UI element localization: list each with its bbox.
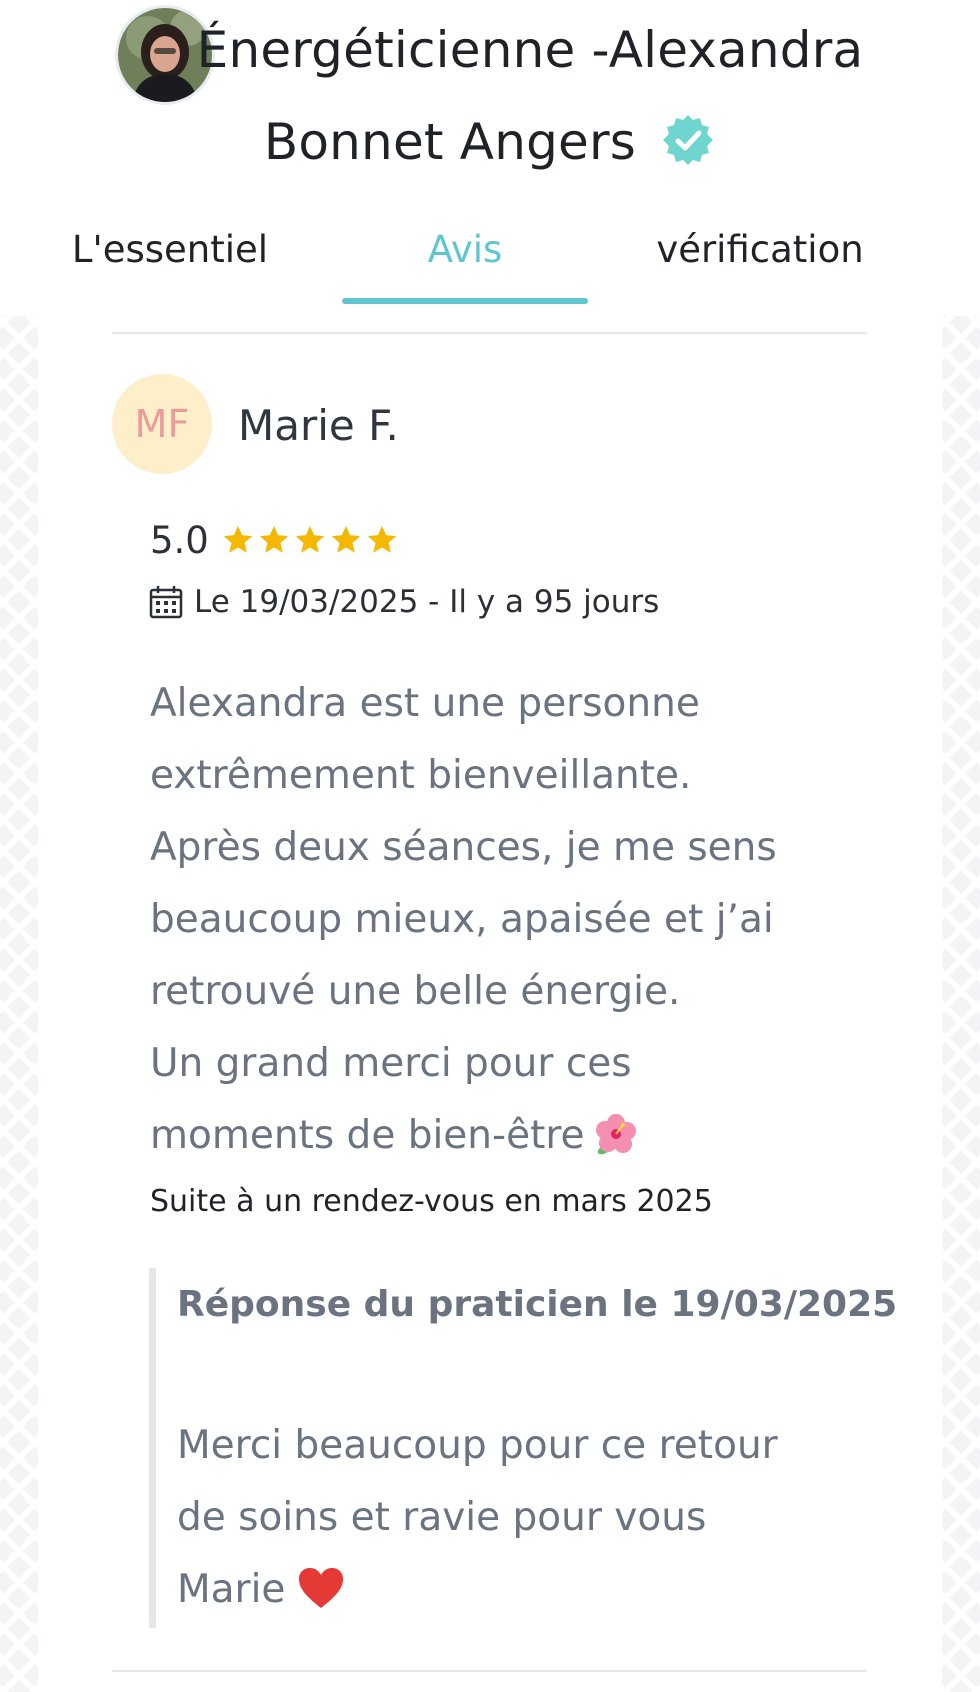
star-icon — [295, 525, 325, 553]
star-icon — [367, 525, 397, 553]
review-text-line: extrêmement bienveillante. — [150, 753, 692, 798]
divider — [112, 332, 867, 334]
verified-badge-icon — [663, 114, 714, 165]
review-text-line: beaucoup mieux, apaisée et j’ai — [150, 897, 774, 942]
reply-title: Réponse du praticien le 19/03/2025 — [177, 1284, 898, 1325]
reply-text-line: de soins et ravie pour vous — [177, 1495, 707, 1540]
review-text-last-line: moments de bien-être — [150, 1100, 870, 1172]
review-body: Alexandra est une personne extrêmement b… — [150, 668, 870, 1172]
divider — [112, 1670, 867, 1672]
page-title-line2: Bonnet Angers — [0, 112, 980, 172]
reply-quote-bar — [149, 1268, 156, 1628]
review-text-line: Après deux séances, je me sens — [150, 825, 777, 870]
star-icon — [331, 525, 361, 553]
review-text-line: retrouvé une belle énergie. — [150, 969, 681, 1014]
tab-bar: L'essentiel Avis vérification — [0, 222, 980, 306]
page-title-line1: Énergéticienne -Alexandra — [196, 21, 864, 79]
rating-value: 5.0 — [150, 518, 209, 562]
rating-row: 5.0 — [150, 514, 399, 566]
star-icon — [259, 525, 289, 553]
profile-header: Énergéticienne -Alexandra Bonnet Angers … — [0, 0, 980, 316]
visit-note: Suite à un rendez-vous en mars 2025 — [150, 1184, 713, 1219]
background-pattern-left — [0, 316, 38, 1692]
page-title-text: Bonnet Angers — [263, 113, 637, 171]
tab-avis[interactable]: Avis — [342, 222, 588, 306]
reply-body: Merci beaucoup pour ce retour de soins e… — [177, 1410, 877, 1626]
reply-text-line: Merci beaucoup pour ce retour — [177, 1423, 778, 1468]
active-tab-indicator — [342, 298, 588, 304]
star-icon — [223, 525, 253, 553]
reviewer-name: Marie F. — [238, 401, 399, 450]
background-pattern-right — [942, 316, 980, 1692]
review-date-row: Le 19/03/2025 - Il y a 95 jours — [148, 578, 659, 626]
reply-text-last-line: Marie — [177, 1554, 877, 1626]
reply-text-line: Marie — [177, 1567, 286, 1612]
tab-verification[interactable]: vérification — [620, 222, 900, 306]
reviewer-avatar: MF — [112, 374, 212, 474]
review-text-line: moments de bien-être — [150, 1113, 585, 1158]
review-text-line: Un grand merci pour ces — [150, 1041, 632, 1086]
tab-essentiel[interactable]: L'essentiel — [40, 222, 300, 306]
calendar-icon — [149, 586, 183, 619]
page: Énergéticienne -Alexandra Bonnet Angers … — [0, 0, 980, 1692]
review-text-line: Alexandra est une personne — [150, 681, 700, 726]
star-rating — [221, 523, 399, 557]
review-date: Le 19/03/2025 - Il y a 95 jours — [194, 584, 660, 620]
hibiscus-icon — [595, 1113, 636, 1154]
heart-icon — [299, 1567, 344, 1608]
